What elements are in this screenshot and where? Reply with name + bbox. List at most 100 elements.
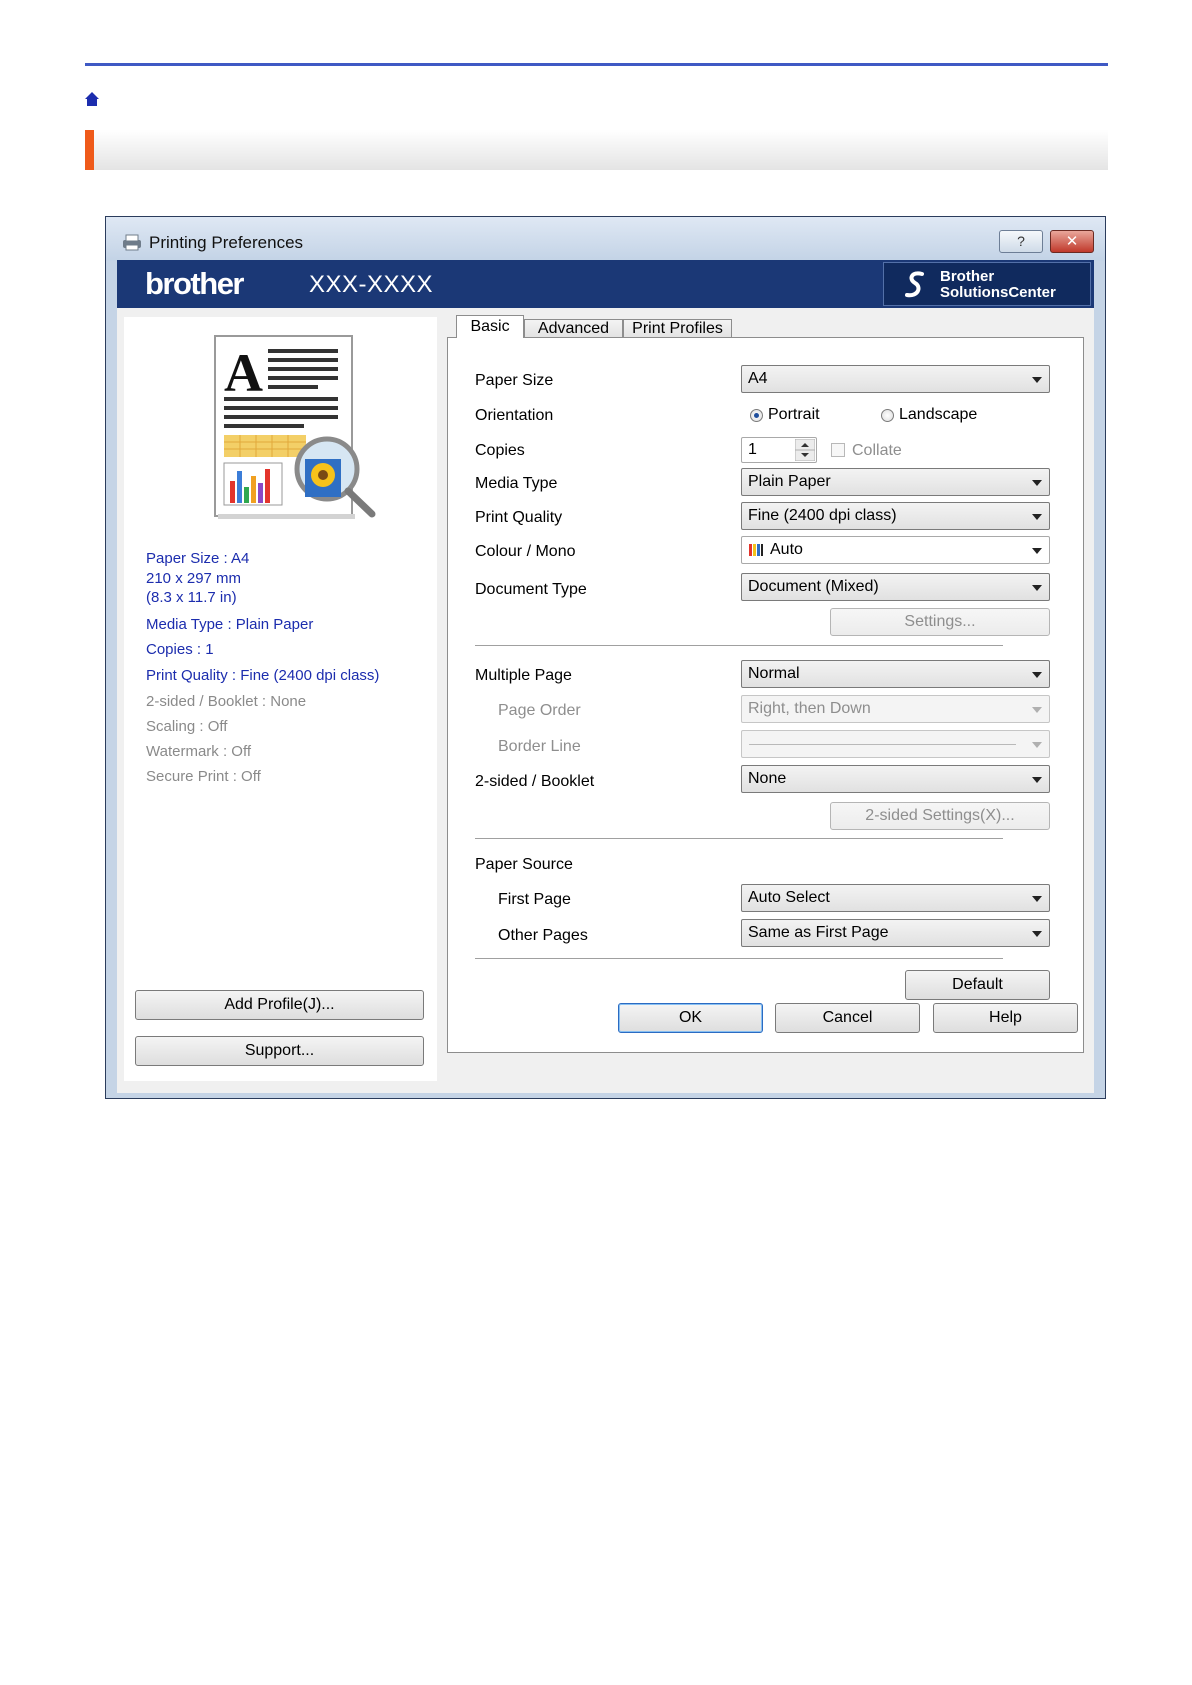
first-page-label: First Page	[498, 891, 571, 908]
multiple-page-select[interactable]: Normal	[741, 660, 1050, 688]
preview-pane: A Paper Size: A4 210 x 297 mm (8.3 x 11…	[124, 317, 437, 1081]
copies-value: 1	[748, 441, 757, 458]
orientation-label: Orientation	[475, 407, 554, 424]
printer-model: XXX-XXXX	[309, 271, 434, 298]
summary-watermark: Watermark : Off	[146, 743, 252, 760]
paper-size-value: A4	[748, 370, 768, 387]
landscape-radio[interactable]	[881, 409, 894, 422]
help-button[interactable]: Help	[933, 1003, 1078, 1033]
svg-text:A: A	[224, 343, 263, 403]
chevron-down-icon	[1032, 742, 1042, 748]
chevron-down-icon	[1032, 896, 1042, 902]
summary-media-type: Media Type : Plain Paper	[146, 616, 314, 633]
paper-source-label: Paper Source	[475, 856, 573, 873]
summary-dimensions-in: (8.3 x 11.7 in)	[146, 589, 237, 606]
document-settings-button[interactable]: Settings...	[830, 608, 1050, 636]
add-profile-button[interactable]: Add Profile(J)...	[135, 990, 424, 1020]
top-rule	[85, 63, 1108, 66]
document-type-select[interactable]: Document (Mixed)	[741, 573, 1050, 601]
collate-checkbox[interactable]	[831, 443, 845, 457]
chevron-down-icon	[1032, 548, 1042, 554]
summary-scaling: Scaling : Off	[146, 718, 228, 735]
document-type-value: Document (Mixed)	[748, 578, 879, 595]
two-sided-select[interactable]: None	[741, 765, 1050, 793]
border-line-label: Border Line	[498, 738, 581, 755]
copies-label: Copies	[475, 442, 525, 459]
chevron-down-icon	[1032, 777, 1042, 783]
brother-logo: brother	[145, 266, 245, 301]
brand-bar: brother XXX-XXXX Brother SolutionsCenter	[117, 260, 1094, 308]
chevron-down-icon	[1032, 480, 1042, 486]
chevron-down-icon	[1032, 377, 1042, 383]
media-type-value: Plain Paper	[748, 473, 831, 490]
media-type-label: Media Type	[475, 475, 558, 492]
first-page-select[interactable]: Auto Select	[741, 884, 1050, 912]
dialog-body: A Paper Size: A4 210 x 297 mm (8.3 x 11…	[117, 308, 1094, 1093]
first-page-value: Auto Select	[748, 889, 830, 906]
radio-selected-dot	[754, 413, 759, 418]
tab-print-profiles[interactable]: Print Profiles	[623, 319, 732, 338]
chevron-down-icon	[1032, 931, 1042, 937]
border-line-select[interactable]	[741, 730, 1050, 758]
solutions-center-label-2: SolutionsCenter	[940, 284, 1056, 301]
cancel-button[interactable]: Cancel	[775, 1003, 920, 1033]
print-quality-select[interactable]: Fine (2400 dpi class)	[741, 502, 1050, 530]
summary-paper-size: Paper Size : A4	[146, 550, 250, 567]
paper-size-label: Paper Size	[475, 372, 554, 389]
media-type-select[interactable]: Plain Paper	[741, 468, 1050, 496]
support-button[interactable]: Support...	[135, 1036, 424, 1066]
ok-button[interactable]: OK	[618, 1003, 763, 1033]
default-button[interactable]: Default	[905, 970, 1050, 1000]
multiple-page-label: Multiple Page	[475, 667, 572, 684]
tab-advanced[interactable]: Advanced	[524, 319, 623, 338]
close-icon[interactable]: ✕	[1050, 230, 1094, 253]
collate-label[interactable]: Collate	[852, 442, 902, 460]
portrait-label[interactable]: Portrait	[768, 406, 820, 424]
two-sided-label: 2-sided / Booklet	[475, 773, 595, 790]
other-pages-value: Same as First Page	[748, 924, 889, 941]
colour-mono-select[interactable]: Auto	[741, 536, 1050, 564]
printing-preferences-dialog: Printing Preferences ? ✕ brother XXX-XXX…	[105, 216, 1106, 1099]
solutions-center-icon	[905, 271, 924, 298]
other-pages-select[interactable]: Same as First Page	[741, 919, 1050, 947]
title-bar[interactable]: Printing Preferences ? ✕	[106, 217, 1105, 261]
summary-print-quality: Print Quality : Fine (2400 dpi class)	[146, 667, 380, 684]
page-order-value: Right, then Down	[748, 700, 871, 717]
colour-mono-value: Auto	[770, 541, 803, 558]
chevron-down-icon	[1032, 707, 1042, 713]
separator	[475, 958, 1003, 959]
solutions-center-button[interactable]: Brother SolutionsCenter	[883, 262, 1091, 306]
tab-basic[interactable]: Basic	[456, 315, 524, 338]
chevron-down-icon	[1032, 672, 1042, 678]
document-type-label: Document Type	[475, 581, 587, 598]
portrait-radio[interactable]	[750, 409, 763, 422]
page-order-label: Page Order	[498, 702, 581, 719]
printer-icon	[123, 234, 141, 251]
colour-mono-label: Colour / Mono	[475, 543, 576, 560]
home-icon[interactable]	[84, 91, 100, 107]
landscape-label[interactable]: Landscape	[899, 406, 977, 424]
paper-size-select[interactable]: A4	[741, 365, 1050, 393]
chevron-down-icon	[1032, 514, 1042, 520]
separator	[475, 838, 1003, 839]
spin-arrows-icon[interactable]	[795, 439, 815, 461]
multiple-page-value: Normal	[748, 665, 800, 682]
summary-copies: Copies : 1	[146, 641, 214, 658]
basic-tab-panel: Paper Size A4 Orientation Portrait Lands…	[447, 337, 1084, 1053]
section-heading-bar	[85, 130, 1108, 170]
two-sided-settings-button[interactable]: 2-sided Settings(X)...	[830, 802, 1050, 830]
two-sided-value: None	[748, 770, 787, 787]
summary-two-sided: 2-sided / Booklet : None	[146, 693, 307, 710]
section-accent	[85, 130, 94, 170]
summary-dimensions-mm: 210 x 297 mm	[146, 570, 242, 587]
print-quality-value: Fine (2400 dpi class)	[748, 507, 897, 524]
other-pages-label: Other Pages	[498, 927, 588, 944]
separator	[475, 645, 1003, 646]
solutions-center-label-1: Brother	[940, 268, 995, 285]
help-icon[interactable]: ?	[999, 230, 1043, 253]
copies-stepper[interactable]: 1	[741, 437, 817, 463]
dialog-title: Printing Preferences	[149, 233, 304, 252]
chevron-down-icon	[1032, 585, 1042, 591]
page-order-select[interactable]: Right, then Down	[741, 695, 1050, 723]
summary-secure-print: Secure Print : Off	[146, 768, 261, 785]
